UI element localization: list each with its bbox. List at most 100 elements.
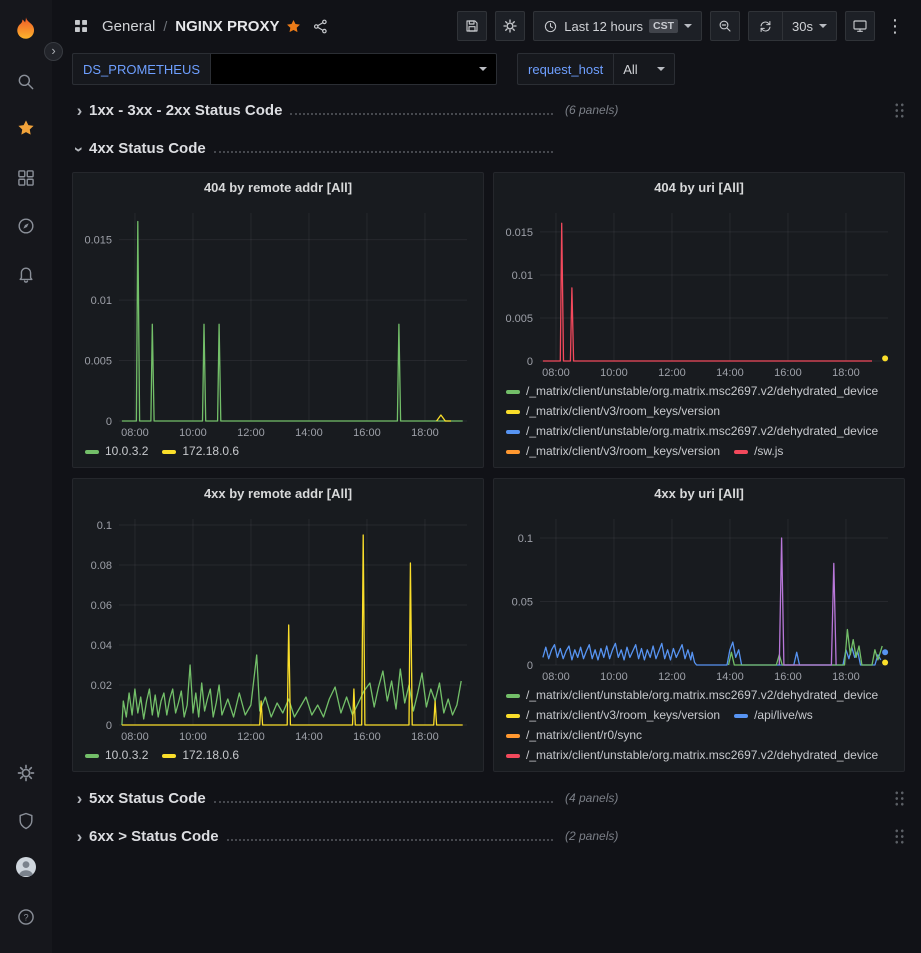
clock-icon	[543, 19, 558, 34]
save-dashboard-button[interactable]	[457, 11, 487, 41]
legend-item[interactable]: /_matrix/client/unstable/org.matrix.msc2…	[506, 382, 878, 401]
x-tick-label: 10:00	[600, 671, 628, 683]
datasource-variable-value[interactable]	[210, 53, 497, 85]
sidebar-item-help[interactable]: ?	[0, 893, 52, 941]
grafana-logo-icon[interactable]	[10, 14, 42, 46]
sidebar-item-profile[interactable]	[0, 845, 52, 893]
y-tick-label: 0	[106, 416, 112, 428]
x-tick-label: 08:00	[121, 427, 149, 439]
row-header-4xx[interactable]: › 4xx Status Code	[72, 134, 905, 162]
legend-label: /_matrix/client/unstable/org.matrix.msc2…	[526, 382, 878, 401]
row-header-6xx[interactable]: › 6xx > Status Code (2 panels)	[72, 822, 905, 850]
legend-item[interactable]: /_matrix/client/v3/room_keys/version	[506, 402, 720, 421]
legend-item[interactable]: 172.18.0.6	[162, 442, 239, 461]
share-icon[interactable]	[310, 16, 331, 37]
refresh-group: 30s	[748, 11, 837, 41]
timezone-badge: CST	[649, 19, 678, 33]
legend-item[interactable]: /_matrix/client/r0/sync	[506, 726, 642, 745]
row-title-group: 6xx > Status Code	[87, 828, 561, 845]
chart-canvas[interactable]: 08:0010:0012:0014:0016:0018:0000.0050.01…	[494, 203, 904, 381]
zoom-out-button[interactable]	[710, 11, 740, 41]
sidebar-item-dashboards[interactable]	[0, 154, 52, 202]
refresh-button[interactable]	[749, 12, 782, 40]
x-tick-label: 12:00	[237, 427, 265, 439]
datasource-variable-label[interactable]: DS_PROMETHEUS	[72, 53, 210, 85]
sidebar-item-alerting[interactable]	[0, 250, 52, 298]
chart-canvas[interactable]: 08:0010:0012:0014:0016:0018:0000.020.040…	[73, 509, 483, 745]
panel-grid: 404 by remote addr [All] 08:0010:0012:00…	[72, 172, 905, 772]
request-host-variable-value[interactable]: All	[613, 53, 675, 85]
legend-item[interactable]: 10.0.3.2	[85, 442, 148, 461]
row-title-group: 1xx - 3xx - 2xx Status Code	[87, 102, 561, 119]
chart-plot[interactable]: 08:0010:0012:0014:0016:0018:0000.0050.01…	[73, 203, 483, 441]
row-drag-handle[interactable]	[894, 790, 905, 807]
legend-item[interactable]: /_matrix/client/unstable/org.matrix.msc2…	[506, 746, 878, 765]
panel-title[interactable]: 4xx by uri [All]	[494, 479, 904, 509]
panel-title[interactable]: 404 by remote addr [All]	[73, 173, 483, 203]
breadcrumb-title[interactable]: NGINX PROXY	[175, 18, 279, 35]
row-panel-count: (4 panels)	[565, 791, 618, 805]
refresh-icon	[758, 19, 773, 34]
time-picker: Last 12 hours CST	[533, 11, 702, 41]
row-title: 6xx > Status Code	[89, 828, 219, 845]
refresh-interval-dropdown[interactable]: 30s	[782, 12, 836, 40]
time-range-label: Last 12 hours	[564, 19, 643, 34]
dashboard-settings-button[interactable]	[495, 11, 525, 41]
row-header-5xx[interactable]: › 5xx Status Code (4 panels)	[72, 784, 905, 812]
legend-label: /_matrix/client/unstable/org.matrix.msc2…	[526, 746, 878, 765]
sidebar-item-configuration[interactable]	[0, 749, 52, 797]
apps-icon[interactable]	[70, 15, 92, 37]
row-drag-handle[interactable]	[894, 102, 905, 119]
row-drag-handle[interactable]	[894, 828, 905, 845]
chart-plot[interactable]: 08:0010:0012:0014:0016:0018:0000.020.040…	[73, 509, 483, 745]
caret-down-icon	[479, 67, 487, 71]
x-tick-label: 14:00	[716, 367, 744, 379]
legend-item[interactable]: /api/live/ws	[734, 706, 813, 725]
x-tick-label: 08:00	[542, 367, 570, 379]
y-tick-label: 0.015	[84, 235, 112, 247]
tv-mode-button[interactable]	[845, 11, 875, 41]
chart-canvas[interactable]: 08:0010:0012:0014:0016:0018:0000.0050.01…	[73, 203, 483, 441]
legend-item[interactable]: /_matrix/client/v3/room_keys/version	[506, 706, 720, 725]
legend-item[interactable]: 10.0.3.2	[85, 746, 148, 765]
chevron-right-icon: ›	[72, 102, 87, 119]
chart-series-endpoint	[882, 355, 888, 361]
avatar	[14, 855, 38, 884]
legend-swatch	[506, 450, 520, 454]
y-tick-label: 0	[527, 356, 533, 368]
request-host-variable-label[interactable]: request_host	[517, 53, 613, 85]
legend-item[interactable]: /_matrix/client/v3/room_keys/version	[506, 442, 720, 461]
sidebar-item-server-admin[interactable]	[0, 797, 52, 845]
favorite-star-icon[interactable]	[283, 16, 304, 37]
chart-plot[interactable]: 08:0010:0012:0014:0016:0018:0000.050.1	[494, 509, 904, 685]
panel-title[interactable]: 404 by uri [All]	[494, 173, 904, 203]
chart-series-line	[543, 223, 872, 361]
dotted-leader	[290, 102, 553, 115]
legend-label: 172.18.0.6	[182, 746, 239, 765]
chart-canvas[interactable]: 08:0010:0012:0014:0016:0018:0000.050.1	[494, 509, 904, 685]
chart-plot[interactable]: 08:0010:0012:0014:0016:0018:0000.0050.01…	[494, 203, 904, 381]
legend-label: /sw.js	[754, 442, 783, 461]
breadcrumb-section[interactable]: General	[102, 18, 155, 35]
x-tick-label: 10:00	[600, 367, 628, 379]
panel-title[interactable]: 4xx by remote addr [All]	[73, 479, 483, 509]
sidebar-item-search[interactable]	[0, 58, 52, 106]
top-navbar: General / NGINX PROXY Last 12 hours	[52, 0, 921, 52]
legend-item[interactable]: /_matrix/client/unstable/org.matrix.msc2…	[506, 422, 878, 441]
sidebar-expand-button[interactable]: ›	[44, 42, 63, 61]
search-icon	[16, 72, 36, 92]
x-tick-label: 18:00	[411, 427, 439, 439]
row-header-1xx-3xx-2xx[interactable]: › 1xx - 3xx - 2xx Status Code (6 panels)	[72, 96, 905, 124]
legend-item[interactable]: /sw.js	[734, 442, 783, 461]
chart-series-line	[122, 222, 463, 422]
dotted-leader	[227, 828, 553, 841]
datasource-variable: DS_PROMETHEUS	[72, 53, 497, 85]
sidebar-item-starred[interactable]	[0, 106, 52, 154]
more-options-button[interactable]: ⋮	[883, 17, 907, 35]
legend-label: /_matrix/client/unstable/org.matrix.msc2…	[526, 686, 878, 705]
legend-item[interactable]: 172.18.0.6	[162, 746, 239, 765]
time-range-button[interactable]: Last 12 hours CST	[534, 12, 701, 40]
sidebar-item-explore[interactable]	[0, 202, 52, 250]
y-tick-label: 0	[527, 660, 533, 672]
legend-item[interactable]: /_matrix/client/unstable/org.matrix.msc2…	[506, 686, 878, 705]
